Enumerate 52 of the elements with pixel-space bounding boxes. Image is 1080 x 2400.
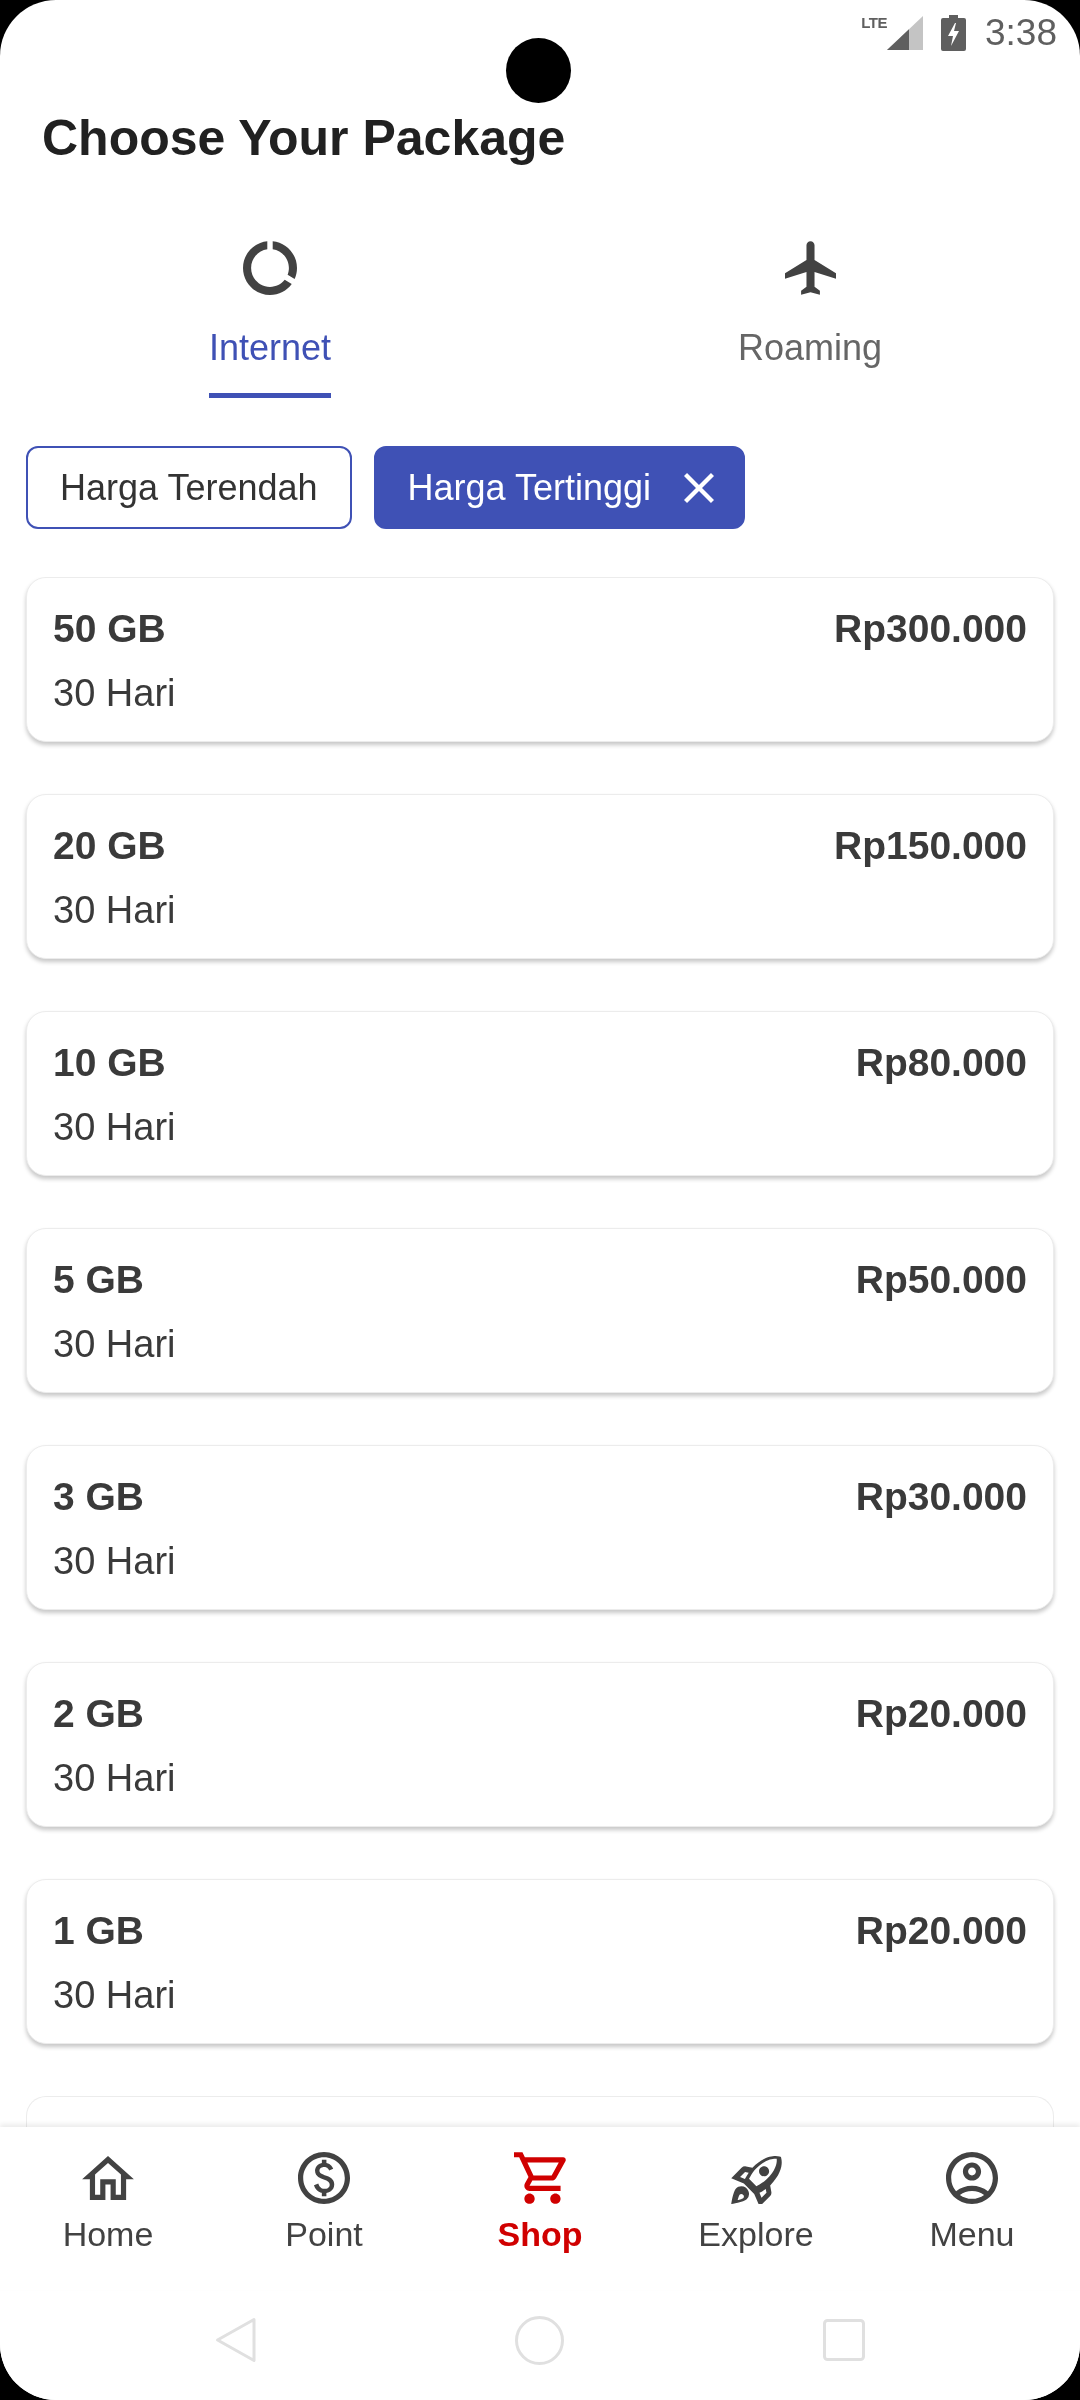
bottom-nav-item[interactable]: Point xyxy=(216,2127,432,2290)
page-title: Choose Your Package xyxy=(42,109,566,168)
validity-period: 30 Hari xyxy=(53,671,176,716)
recents-square-icon[interactable] xyxy=(823,2319,865,2361)
validity-period: 30 Hari xyxy=(53,1105,176,1150)
home-circle-icon[interactable] xyxy=(515,2315,564,2365)
data-quota: 10 GB xyxy=(53,1040,166,1086)
tab[interactable]: Internet xyxy=(0,230,540,398)
package-card[interactable]: 2 GB Rp20.000 30 Hari xyxy=(26,1662,1054,1827)
data-quota: 2 GB xyxy=(53,1691,145,1737)
cart-icon xyxy=(514,2152,566,2204)
signal-icon xyxy=(887,16,923,50)
data-quota: 20 GB xyxy=(53,823,166,869)
package-card[interactable]: 3 GB Rp30.000 30 Hari xyxy=(26,1445,1054,1610)
price: Rp80.000 xyxy=(855,1040,1027,1086)
battery-charging-icon xyxy=(941,15,966,51)
data-quota: 5 GB xyxy=(53,1257,145,1303)
bottom-nav-item[interactable]: Explore xyxy=(648,2127,864,2290)
price: Rp150.000 xyxy=(834,823,1027,869)
validity-period: 30 Hari xyxy=(53,1973,176,2018)
airplane-icon xyxy=(784,241,836,295)
bottom-nav-item[interactable]: Shop xyxy=(432,2127,648,2290)
validity-period: 30 Hari xyxy=(53,1322,176,1367)
price: Rp30.000 xyxy=(855,1474,1027,1520)
package-card[interactable]: 10 GB Rp80.000 30 Hari xyxy=(26,1011,1054,1176)
package-card[interactable]: 20 GB Rp150.000 30 Hari xyxy=(26,794,1054,959)
back-icon[interactable] xyxy=(215,2317,256,2363)
bottom-nav-item[interactable]: Home xyxy=(0,2127,216,2290)
price: Rp20.000 xyxy=(855,1908,1027,1954)
close-icon[interactable] xyxy=(684,472,714,503)
data-quota: 1 GB xyxy=(53,1908,145,1954)
clock-time: 3:38 xyxy=(985,11,1057,55)
price: Rp20.000 xyxy=(855,1691,1027,1737)
dollar-coin-icon xyxy=(298,2152,350,2204)
network-type-label: LTE xyxy=(861,15,887,30)
data-quota: 50 GB xyxy=(53,606,166,652)
data-usage-icon xyxy=(243,241,297,295)
tab[interactable]: Roaming xyxy=(540,230,1080,398)
price: Rp300.000 xyxy=(834,606,1027,652)
validity-period: 30 Hari xyxy=(53,888,176,933)
price: Rp50.000 xyxy=(855,1257,1027,1303)
validity-period: 30 Hari xyxy=(53,1539,176,1584)
home-icon xyxy=(82,2156,134,2200)
package-card[interactable]: 50 GB Rp300.000 30 Hari xyxy=(26,577,1054,742)
bottom-nav-item[interactable]: Menu xyxy=(864,2127,1080,2290)
data-quota: 3 GB xyxy=(53,1474,145,1520)
package-card[interactable]: 1 GB Rp20.000 30 Hari xyxy=(26,1879,1054,2044)
package-card[interactable] xyxy=(26,2096,1054,2127)
filter-chip[interactable]: Harga Tertinggi xyxy=(373,446,745,529)
validity-period: 30 Hari xyxy=(53,1756,176,1801)
filter-chip[interactable]: Harga Terendah xyxy=(26,446,352,529)
package-card[interactable]: 5 GB Rp50.000 30 Hari xyxy=(26,1228,1054,1393)
